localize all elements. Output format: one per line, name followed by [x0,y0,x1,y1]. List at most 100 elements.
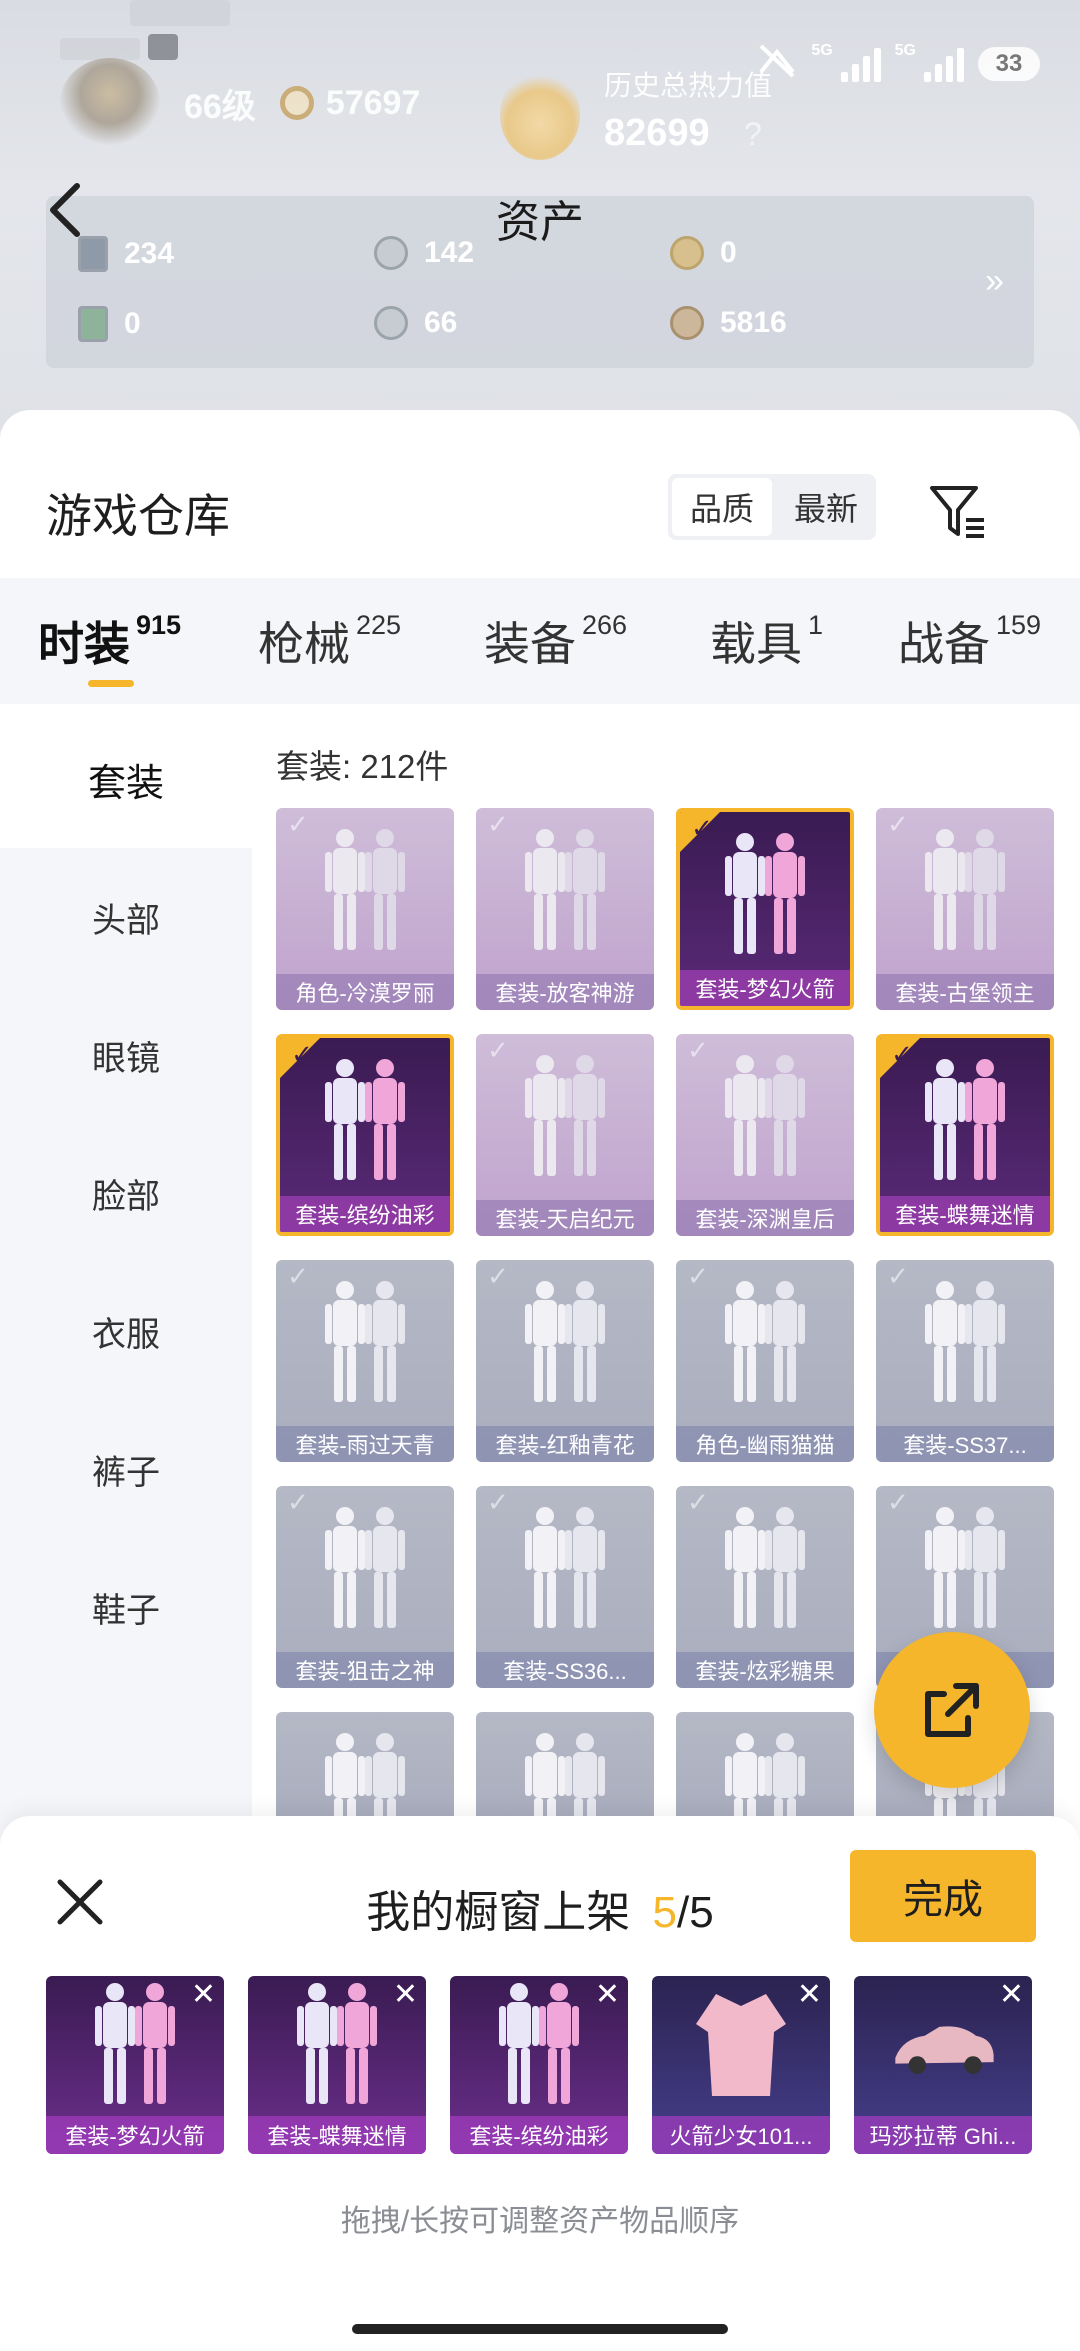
showcase-slot[interactable]: ✕ 套装-梦幻火箭 [46,1976,224,2154]
grid-item[interactable]: ✓ 套装-古堡领主 [876,808,1054,1010]
sort-quality-button[interactable]: 品质 [672,478,772,536]
grid-item[interactable] [476,1712,654,1822]
check-icon: ✓ [287,1260,309,1291]
remove-slot-icon[interactable]: ✕ [191,1980,216,2010]
showcase-slot-caption: 火箭少女101... [652,2116,830,2154]
signal-label-1: 5G [811,42,833,59]
sort-toggle: 品质 最新 [668,474,876,540]
sidebar-item-glasses[interactable]: 眼镜 [0,986,252,1124]
car-icon [888,1984,998,2108]
grid-item-caption: 套装-SS36... [476,1652,654,1688]
grid-item[interactable]: ✓ 套装-蝶舞迷情 [876,1034,1054,1236]
outfit-figure-icon [919,824,1011,960]
grid-item[interactable] [276,1712,454,1822]
remove-slot-icon[interactable]: ✕ [797,1980,822,2010]
home-indicator[interactable] [352,2324,728,2334]
sort-newest-button[interactable]: 最新 [776,474,876,540]
grid-item[interactable]: ✓ 套装-SS36... [476,1486,654,1688]
tab-equipment[interactable]: 装备 266 [484,608,627,674]
showcase-slot[interactable]: ✕ 玛莎拉蒂 Ghi... [854,1976,1032,2154]
player-points: 57697 [325,83,421,122]
outfit-figure-icon [719,1276,811,1412]
grid-item[interactable]: ✓ 套装-深渊皇后 [676,1034,854,1236]
check-icon: ✓ [487,808,509,839]
outfit-figure-icon [919,1502,1011,1638]
showcase-slot[interactable]: ✕ 套装-缤纷油彩 [450,1976,628,2154]
check-icon: ✓ [291,1038,313,1069]
outfit-figure-icon [319,1728,411,1822]
grid-item[interactable]: ✓ 套装-SS37... [876,1260,1054,1462]
grid-item[interactable]: ✓ 套装-放客神游 [476,808,654,1010]
filter-button[interactable] [926,480,990,544]
grid-count-label: 套装: 212件 [276,748,449,785]
showcase-slot-caption: 玛莎拉蒂 Ghi... [854,2116,1032,2154]
outfit-figure-icon [719,828,811,964]
level-row: 66级 57697 [60,58,420,148]
tab-label: 载具 [710,618,802,670]
check-icon: ✓ [887,808,909,839]
remove-slot-icon[interactable]: ✕ [999,1980,1024,2010]
sidebar-item-head[interactable]: 头部 [0,848,252,986]
check-icon: ✓ [691,812,713,843]
grid-item-caption: 套装-炫彩糖果 [676,1652,854,1688]
filter-icon [930,486,984,538]
check-icon: ✓ [487,1486,509,1517]
tab-guns[interactable]: 枪械 225 [258,608,401,674]
grid-item[interactable]: ✓ 角色-冷漠罗丽 [276,808,454,1010]
grid-item[interactable]: ✓ 套装-狙击之神 [276,1486,454,1688]
outfit-figure-icon [319,824,411,960]
showcase-slot-caption: 套装-缤纷油彩 [450,2116,628,2154]
sidebar-item-clothes[interactable]: 衣服 [0,1262,252,1400]
grid-item[interactable]: ✓ 套装-梦幻火箭 [676,808,854,1010]
asset-value: 0 [124,307,141,340]
page-title: 资产 [496,198,584,247]
jacket-icon [686,1984,796,2108]
bronze-coin-icon [670,306,704,340]
tab-vehicles[interactable]: 载具 1 [710,608,823,674]
outfit-figure-icon [519,1276,611,1412]
grid-item[interactable]: ✓ 角色-幽雨猫猫 [676,1260,854,1462]
warehouse-title: 游戏仓库 [46,490,230,542]
heat-help-icon[interactable]: ? [744,116,762,153]
sidebar-item-pants[interactable]: 裤子 [0,1400,252,1538]
tab-combat-gear[interactable]: 战备 159 [898,608,1041,674]
grid-item[interactable]: ✓ 套装-天启纪元 [476,1034,654,1236]
tab-count: 1 [808,610,824,640]
active-tab-indicator [88,680,134,687]
grid-item-caption: 套装-红釉青花 [476,1426,654,1462]
assets-more-icon[interactable]: » [985,262,1004,301]
showcase-slot[interactable]: ✕ 套装-蝶舞迷情 [248,1976,426,2154]
tab-count: 159 [996,610,1042,640]
asset-item: 0 [78,306,141,342]
tab-fashion[interactable]: 时装 915 [38,608,181,674]
outfit-figure-icon [519,824,611,960]
grid-item[interactable]: ✓ 套装-炫彩糖果 [676,1486,854,1688]
check-icon: ✓ [487,1034,509,1065]
remove-slot-icon[interactable]: ✕ [393,1980,418,2010]
green-card-icon [78,306,108,342]
outfit-figure-icon [282,1983,392,2108]
done-button[interactable]: 完成 [850,1850,1036,1942]
outfit-figure-icon [519,1502,611,1638]
grid-item-caption: 套装-蝶舞迷情 [880,1196,1050,1232]
asset-value: 5816 [720,306,787,339]
signal-1-icon [840,46,881,82]
check-icon: ✓ [687,1260,709,1291]
grid-item[interactable]: ✓ 套装-红釉青花 [476,1260,654,1462]
outfit-figure-icon [80,1983,190,2108]
sidebar-item-face[interactable]: 脸部 [0,1124,252,1262]
tab-label: 装备 [484,618,576,670]
remove-slot-icon[interactable]: ✕ [595,1980,620,2010]
share-button[interactable] [874,1632,1030,1788]
grid-item[interactable] [676,1712,854,1822]
outfit-figure-icon [719,1050,811,1186]
outfit-figure-icon [519,1050,611,1186]
sidebar-item-sets[interactable]: 套装 [0,710,252,848]
showcase-slot[interactable]: ✕ 火箭少女101... [652,1976,830,2154]
grid-item[interactable]: ✓ 套装-雨过天青 [276,1260,454,1462]
check-icon: ✓ [487,1260,509,1291]
outfit-figure-icon [719,1502,811,1638]
sidebar-item-shoes[interactable]: 鞋子 [0,1538,252,1676]
outfit-figure-icon [319,1502,411,1638]
grid-item[interactable]: ✓ 套装-缤纷油彩 [276,1034,454,1236]
